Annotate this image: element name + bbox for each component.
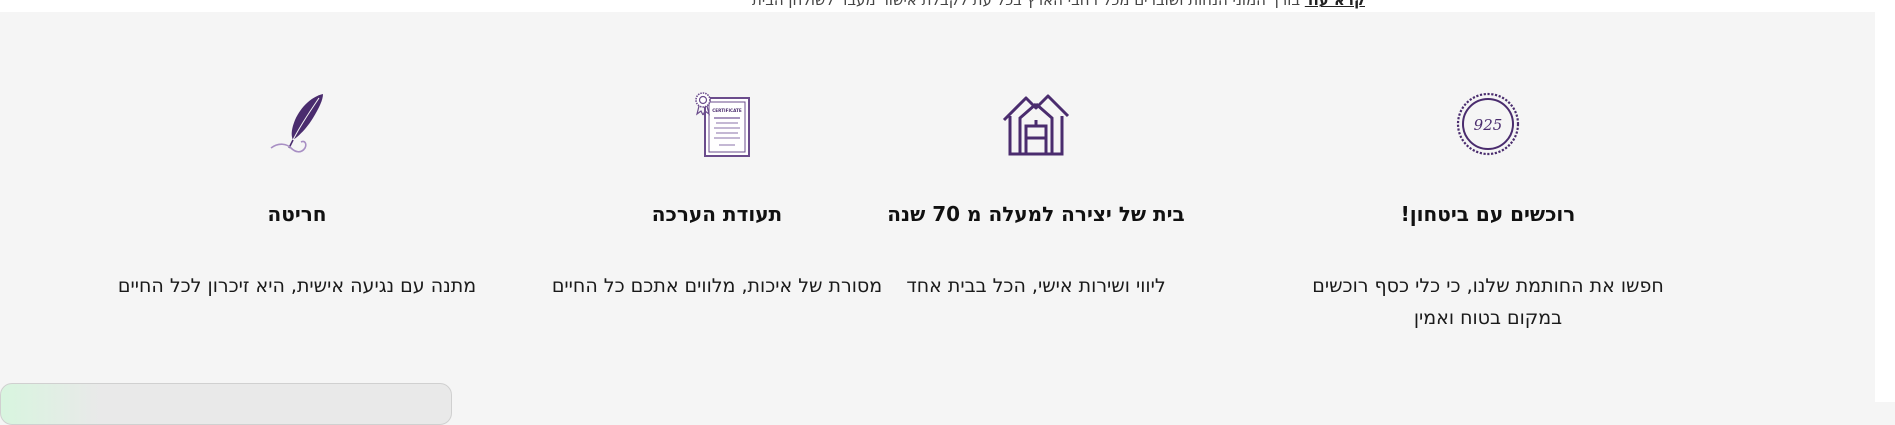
quill-icon xyxy=(270,94,323,153)
certificate-label: CERTIFICATE xyxy=(712,108,742,113)
page-scrollbar-track[interactable] xyxy=(1875,0,1895,402)
feature-description: חפשו את החותמת שלנו, כי כלי כסף רוכשים ב… xyxy=(1312,275,1664,329)
feature-description: מתנה עם נגיעה אישית, היא זיכרון לכל החיי… xyxy=(117,275,477,297)
feature-buy-with-confidence: 925 רוכשים עם ביטחון! חפשו את החותמת שלנ… xyxy=(1288,90,1688,334)
house-icon xyxy=(1002,94,1070,156)
floating-chat-widget[interactable] xyxy=(0,383,452,425)
feature-appraisal-certificate: CERTIFICATE תעודת הערכה מסורת של איכות, … xyxy=(517,90,917,302)
feature-engraving: חריטה מתנה עם נגיעה אישית, היא זיכרון לכ… xyxy=(97,90,497,302)
feature-description: מסורת של איכות, מלווים אתכם כל החיים xyxy=(551,275,883,297)
certificate-icon: CERTIFICATE xyxy=(695,92,750,157)
feature-title: תעודת הערכה xyxy=(651,202,783,226)
feature-title: רוכשים עם ביטחון! xyxy=(1400,202,1576,226)
feature-title: חריטה xyxy=(267,202,327,226)
features-section: 925 רוכשים עם ביטחון! חפשו את החותמת שלנ… xyxy=(0,0,1875,402)
seal-925-icon: 925 xyxy=(1456,92,1520,156)
seal-925-label: 925 xyxy=(1474,116,1503,134)
